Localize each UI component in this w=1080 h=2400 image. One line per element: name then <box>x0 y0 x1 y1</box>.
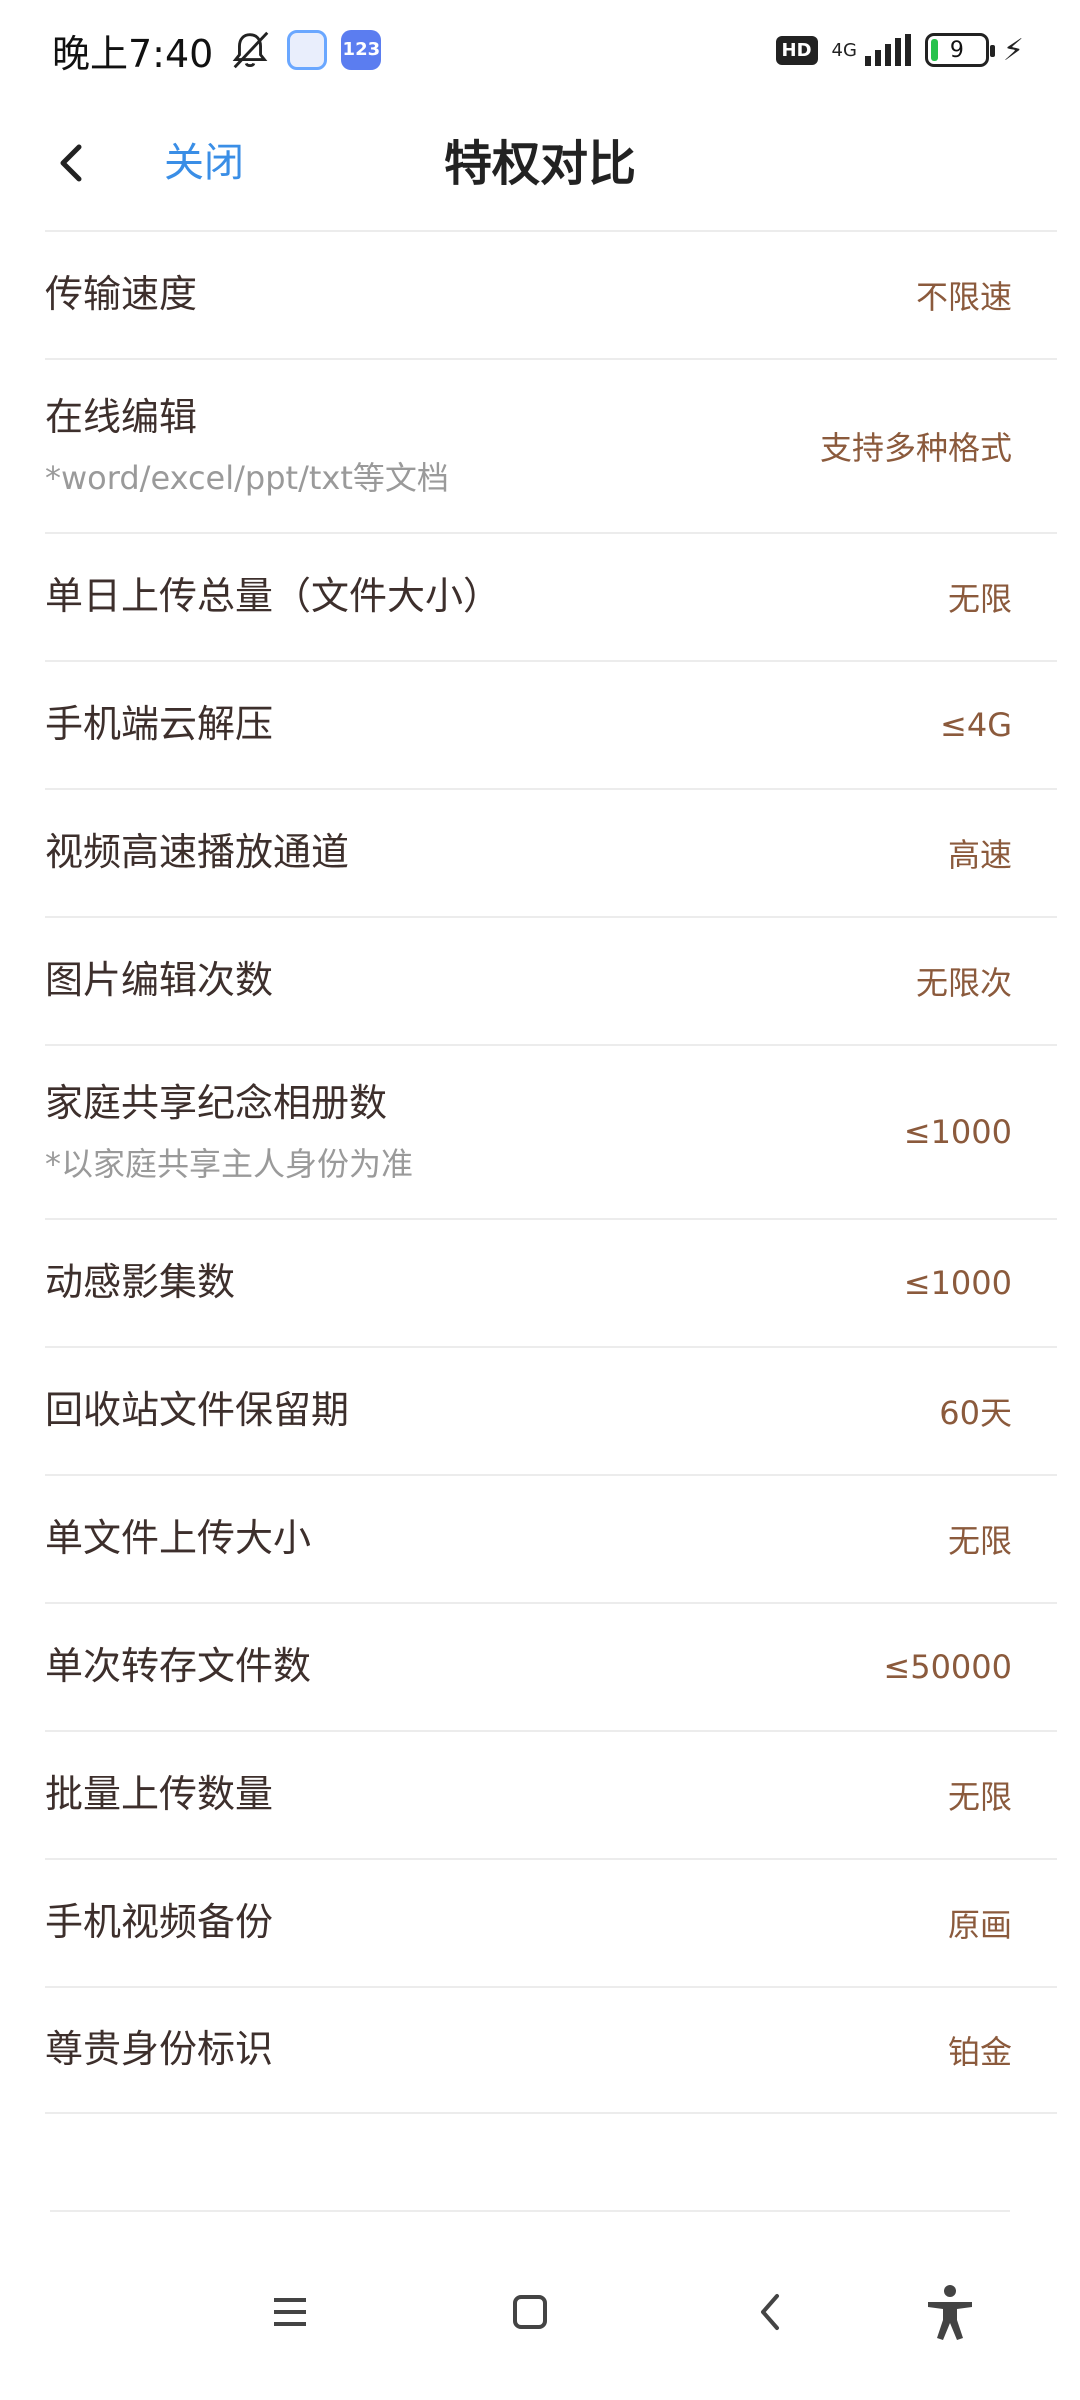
battery-icon: 9 <box>924 33 995 67</box>
list-item-left: 单文件上传大小 <box>45 1514 311 1563</box>
list-item-note: *以家庭共享主人身份为准 <box>45 1144 414 1183</box>
list-item: 尊贵身份标识 铂金 <box>45 1986 1057 2114</box>
screen: 晚上7:40 123 HD 4G 9 ⚡ 关闭 特权对比 传输速度 不限速 在线… <box>0 0 1080 2400</box>
list-item-note: *word/excel/ppt/txt等文档 <box>45 458 449 497</box>
list-item-value: 铂金 <box>947 2033 1012 2071</box>
list-item-label: 图片编辑次数 <box>45 958 274 1003</box>
list-item: 手机视频备份 原画 <box>45 1858 1057 1986</box>
list-item-value: 高速 <box>947 836 1012 874</box>
accessibility-button[interactable] <box>910 2272 990 2352</box>
list-item-label: 动感影集数 <box>45 1260 236 1305</box>
list-item-left: 传输速度 <box>45 270 197 319</box>
list-item: 在线编辑 *word/excel/ppt/txt等文档 支持多种格式 <box>45 358 1057 532</box>
list-item-value: 无限 <box>947 1522 1012 1560</box>
back-chevron-icon <box>761 2294 779 2330</box>
list-item-label: 单日上传总量（文件大小） <box>45 574 502 619</box>
list-item-label: 传输速度 <box>45 272 198 317</box>
list-item: 视频高速播放通道 高速 <box>45 788 1057 916</box>
list-item-value: 无限次 <box>915 964 1012 1002</box>
list-item-label: 批量上传数量 <box>45 1772 274 1817</box>
app-notification-icon <box>287 30 328 70</box>
list-item-left: 批量上传数量 <box>45 1770 273 1819</box>
list-item: 图片编辑次数 无限次 <box>45 916 1057 1044</box>
list-item-left: 单次转存文件数 <box>45 1642 311 1691</box>
network-type: 4G <box>831 39 857 61</box>
accessibility-icon <box>928 2285 972 2340</box>
list-item-left: 尊贵身份标识 <box>45 2025 273 2074</box>
home-square-icon <box>513 2295 547 2329</box>
list-item-left: 在线编辑 *word/excel/ppt/txt等文档 <box>45 393 449 498</box>
list-item-label: 单文件上传大小 <box>45 1516 312 1561</box>
list-item-value: 无限 <box>947 1778 1012 1816</box>
list-item-left: 图片编辑次数 <box>45 956 273 1005</box>
list-item-value: 支持多种格式 <box>819 429 1012 467</box>
list-item-value: 不限速 <box>915 278 1012 316</box>
home-button[interactable] <box>490 2272 570 2352</box>
system-nav-bar <box>50 2210 1010 2400</box>
list-item-label: 回收站文件保留期 <box>45 1388 350 1433</box>
list-item-value: ≤1000 <box>903 1264 1012 1302</box>
list-item: 动感影集数 ≤1000 <box>45 1218 1057 1346</box>
keyboard-app-icon: 123 <box>341 30 382 70</box>
list-item-value: 60天 <box>939 1394 1012 1432</box>
list-item-value: 原画 <box>947 1906 1012 1944</box>
status-time: 晚上7:40 <box>52 31 214 76</box>
status-right: HD 4G 9 ⚡ <box>775 32 1024 68</box>
list-item: 单日上传总量（文件大小） 无限 <box>45 532 1057 660</box>
status-bar: 晚上7:40 123 HD 4G 9 ⚡ <box>0 0 1080 100</box>
list-item-left: 单日上传总量（文件大小） <box>45 572 501 621</box>
list-item-value: ≤1000 <box>903 1113 1012 1151</box>
list-item: 单文件上传大小 无限 <box>45 1474 1057 1602</box>
status-left: 晚上7:40 123 <box>52 23 382 78</box>
list-item-left: 手机视频备份 <box>45 1898 273 1947</box>
nav-back-button[interactable] <box>730 2272 810 2352</box>
battery-level: 9 <box>949 37 964 63</box>
list-item-value: ≤50000 <box>883 1648 1012 1686</box>
list-item-label: 尊贵身份标识 <box>45 2027 274 2072</box>
bell-muted-icon <box>232 31 269 69</box>
list-item: 回收站文件保留期 60天 <box>45 1346 1057 1474</box>
list-item: 家庭共享纪念相册数 *以家庭共享主人身份为准 ≤1000 <box>45 1044 1057 1218</box>
privilege-list: 传输速度 不限速 在线编辑 *word/excel/ppt/txt等文档 支持多… <box>45 230 1057 2114</box>
list-item-label: 在线编辑 <box>45 395 198 440</box>
menu-icon <box>274 2298 306 2326</box>
list-item-label: 家庭共享纪念相册数 <box>45 1081 388 1126</box>
list-item-left: 回收站文件保留期 <box>45 1386 349 1435</box>
list-item: 单次转存文件数 ≤50000 <box>45 1602 1057 1730</box>
list-item: 批量上传数量 无限 <box>45 1730 1057 1858</box>
list-item-value: ≤4G <box>940 706 1012 744</box>
list-item-label: 单次转存文件数 <box>45 1644 312 1689</box>
charging-icon: ⚡ <box>1002 32 1024 68</box>
signal-icon <box>864 34 911 66</box>
list-item: 传输速度 不限速 <box>45 230 1057 358</box>
list-item-label: 手机视频备份 <box>45 1900 274 1945</box>
list-item-label: 手机端云解压 <box>45 702 274 747</box>
header: 关闭 特权对比 <box>0 100 1080 230</box>
list-item-label: 视频高速播放通道 <box>45 830 350 875</box>
list-item-left: 动感影集数 <box>45 1258 235 1307</box>
list-item: 手机端云解压 ≤4G <box>45 660 1057 788</box>
list-item-left: 手机端云解压 <box>45 700 273 749</box>
menu-button[interactable] <box>250 2272 330 2352</box>
hd-badge: HD <box>775 35 818 65</box>
list-item-left: 家庭共享纪念相册数 *以家庭共享主人身份为准 <box>45 1079 413 1184</box>
list-item-value: 无限 <box>947 580 1012 618</box>
page-title: 特权对比 <box>443 136 636 192</box>
list-item-left: 视频高速播放通道 <box>45 828 349 877</box>
